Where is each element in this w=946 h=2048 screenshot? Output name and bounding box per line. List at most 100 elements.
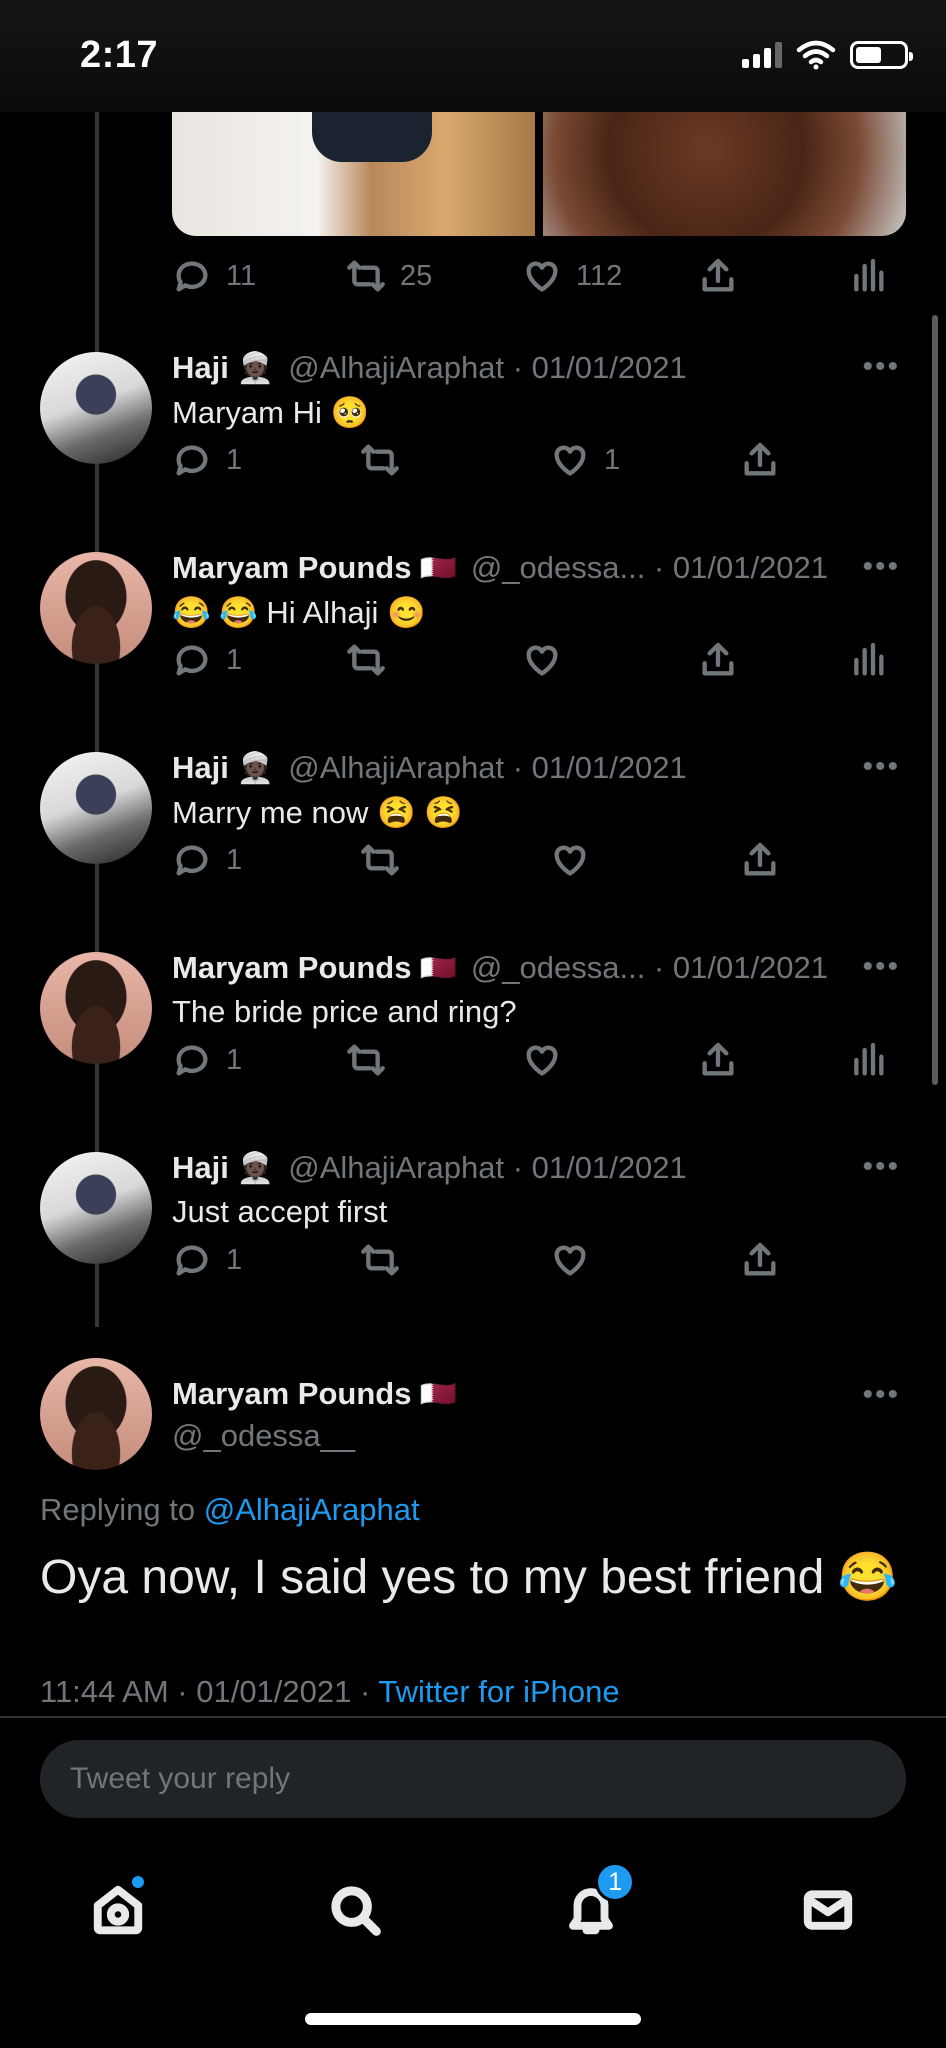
share-icon <box>744 442 776 476</box>
more-options-icon[interactable]: ••• <box>862 1378 900 1412</box>
tweet-source-link[interactable]: Twitter for iPhone <box>378 1674 619 1709</box>
reply-icon <box>176 1045 208 1076</box>
more-options-icon[interactable]: ••• <box>862 550 900 584</box>
replying-to-link[interactable]: @AlhajiAraphat <box>204 1492 420 1527</box>
share-button[interactable] <box>698 640 848 680</box>
tab-search[interactable] <box>315 1870 395 1950</box>
like-count: 1 <box>604 443 621 476</box>
retweet-button[interactable] <box>360 440 550 480</box>
like-button[interactable] <box>522 1040 698 1080</box>
share-icon <box>702 258 734 292</box>
reply-button[interactable]: 1 <box>172 840 360 880</box>
avatar[interactable] <box>40 552 152 664</box>
reply-count: 1 <box>226 1243 243 1276</box>
reply-count: 1 <box>226 643 243 676</box>
focus-handle[interactable]: @_odessa__ <box>172 1418 355 1454</box>
share-button[interactable] <box>740 840 780 880</box>
share-button[interactable] <box>698 1040 848 1080</box>
like-button[interactable] <box>550 840 740 880</box>
status-time: 2:17 <box>80 34 159 76</box>
tweet-media[interactable] <box>172 112 906 236</box>
reply-count: 1 <box>226 1043 243 1076</box>
focus-display-name[interactable]: Maryam Pounds 🇶🇦 <box>172 1376 457 1412</box>
focus-tweet-text: Oya now, I said yes to my best friend 😂 <box>40 1551 898 1604</box>
avatar[interactable] <box>40 1152 152 1264</box>
handle-and-date: @AlhajiAraphat · 01/01/2021 <box>288 750 687 785</box>
display-name[interactable]: Haji <box>172 1150 229 1186</box>
display-name[interactable]: Maryam Pounds <box>172 550 411 586</box>
heart-icon <box>526 261 558 292</box>
battery-icon <box>850 41 913 69</box>
heart-icon <box>554 1245 586 1276</box>
tab-messages[interactable] <box>788 1870 868 1950</box>
retweet-button[interactable] <box>346 640 522 680</box>
tab-notifications[interactable]: 1 <box>551 1862 636 1950</box>
reply-button[interactable]: 11 <box>172 256 346 296</box>
analytics-button[interactable] <box>848 256 888 296</box>
retweet-button[interactable]: 25 <box>346 256 522 296</box>
avatar[interactable] <box>40 352 152 464</box>
like-button[interactable]: 112 <box>522 256 698 296</box>
display-name[interactable]: Haji <box>172 350 229 386</box>
reply-button[interactable]: 1 <box>172 1040 346 1080</box>
reply-count: 11 <box>226 259 257 292</box>
like-button[interactable] <box>522 640 698 680</box>
thread-line <box>95 112 99 1327</box>
home-indicator[interactable] <box>305 2013 641 2025</box>
avatar[interactable] <box>40 1358 152 1470</box>
tab-home[interactable] <box>78 1870 158 1950</box>
reply-box[interactable] <box>40 1740 906 1818</box>
share-button[interactable] <box>740 1240 780 1280</box>
handle-and-date: @_odessa... · 01/01/2021 <box>470 950 829 985</box>
reply-input[interactable] <box>70 1762 876 1796</box>
tweet-meta: 11:44 AM · 01/01/2021 · Twitter for iPho… <box>40 1674 620 1710</box>
tweet-timestamp: 11:44 AM · 01/01/2021 · <box>40 1674 379 1709</box>
tweet-actions: 1 <box>172 1040 888 1080</box>
name-emoji: 👳🏿 <box>236 751 275 785</box>
analytics-button[interactable] <box>848 640 888 680</box>
reply-icon <box>176 261 208 292</box>
reply-button[interactable]: 1 <box>172 640 346 680</box>
avatar[interactable] <box>40 952 152 1064</box>
status-bar: 2:17 <box>0 0 946 112</box>
share-button[interactable] <box>740 440 780 480</box>
display-name[interactable]: Maryam Pounds <box>172 950 411 986</box>
tweet-actions: 11 <box>172 440 780 480</box>
more-options-icon[interactable]: ••• <box>862 750 900 784</box>
tweet-header: Haji 👳🏿 @AlhajiAraphat · 01/01/2021 <box>172 350 687 386</box>
analytics-button[interactable] <box>848 1040 888 1080</box>
display-name[interactable]: Haji <box>172 750 229 786</box>
name-emoji: 🇶🇦 <box>419 1378 457 1411</box>
analytics-icon <box>854 642 884 676</box>
reply-count: 1 <box>226 843 243 876</box>
share-icon <box>702 1042 734 1076</box>
like-button[interactable] <box>550 1240 740 1280</box>
reply-button[interactable]: 1 <box>172 1240 360 1280</box>
share-icon <box>702 642 734 676</box>
bottom-tab-bar: 1 <box>0 1860 946 1960</box>
tweet-text: Maryam Hi 🥺 <box>172 395 370 430</box>
more-options-icon[interactable]: ••• <box>862 950 900 984</box>
retweet-count: 25 <box>400 259 433 292</box>
more-options-icon[interactable]: ••• <box>862 1150 900 1184</box>
retweet-button[interactable] <box>360 840 550 880</box>
search-icon <box>331 1886 381 1936</box>
retweet-button[interactable] <box>360 1240 550 1280</box>
tweet-text: The bride price and ring? <box>172 994 517 1029</box>
more-options-icon[interactable]: ••• <box>862 350 900 384</box>
avatar[interactable] <box>40 752 152 864</box>
like-button[interactable]: 1 <box>550 440 740 480</box>
name-emoji: 👳🏿 <box>236 351 275 385</box>
reply-count: 1 <box>226 443 243 476</box>
share-button[interactable] <box>698 256 848 296</box>
handle-and-date: @AlhajiAraphat · 01/01/2021 <box>288 1150 687 1185</box>
tweet-text: Just accept first <box>172 1194 388 1229</box>
notifications-badge: 1 <box>595 1862 636 1902</box>
scrollbar[interactable] <box>932 315 938 1085</box>
name-emoji: 🇶🇦 <box>419 551 457 585</box>
tweet-header: Haji 👳🏿 @AlhajiAraphat · 01/01/2021 <box>172 1150 687 1186</box>
media-image-left[interactable] <box>172 112 535 236</box>
reply-button[interactable]: 1 <box>172 440 360 480</box>
media-image-right[interactable] <box>543 112 906 236</box>
retweet-button[interactable] <box>346 1040 522 1080</box>
